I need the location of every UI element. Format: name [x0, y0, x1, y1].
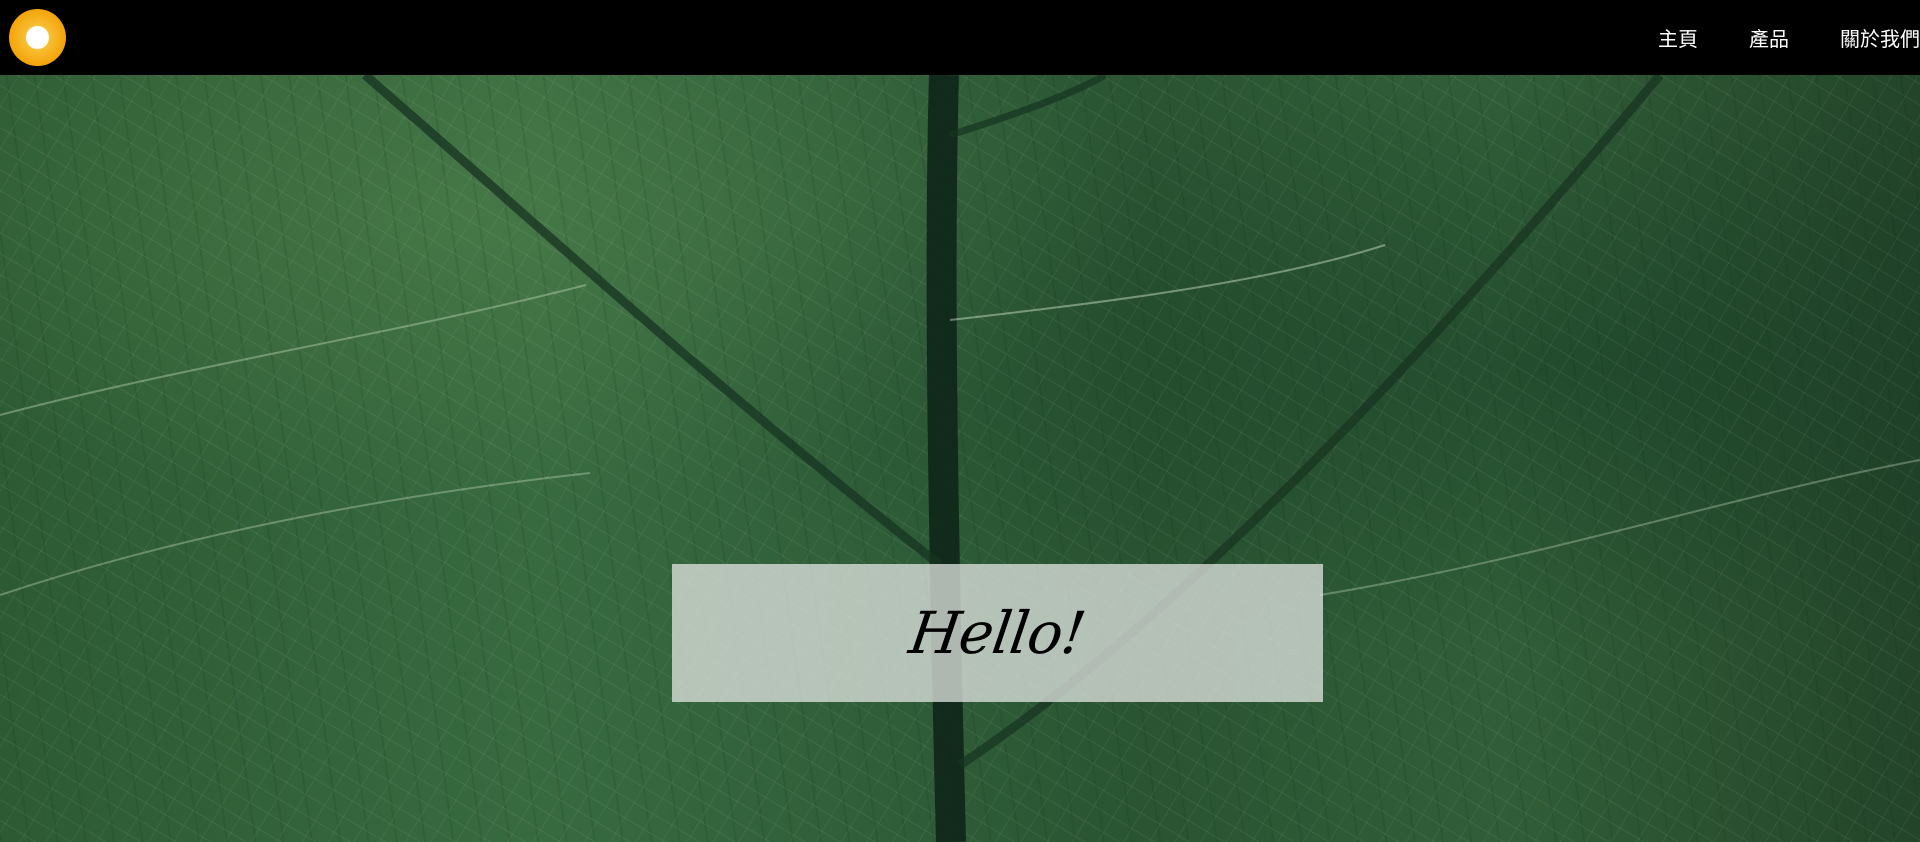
leaf-vein-mid-right — [949, 244, 1386, 321]
orange-ring-logo-icon[interactable] — [9, 9, 66, 66]
nav-item-products[interactable]: 產品 — [1749, 23, 1789, 52]
leaf-hero-section: Hello! — [0, 75, 1920, 842]
leaf-vein-lower-left — [0, 472, 591, 596]
main-leaf-vein — [926, 75, 966, 842]
nav-item-about-us[interactable]: 關於我們 — [1840, 23, 1920, 52]
main-navigation: 主頁 產品 關於我們 — [1607, 0, 1920, 75]
nav-item-home[interactable]: 主頁 — [1658, 23, 1698, 52]
leaf-vein-lower-right — [1319, 459, 1920, 596]
top-navigation-bar: 主頁 產品 關於我們 — [0, 0, 1920, 75]
hello-message: Hello! — [905, 599, 1090, 667]
leaf-vein-top-right — [948, 75, 1107, 139]
leaf-vein-mid-left — [0, 284, 587, 416]
hello-message-panel: Hello! — [672, 564, 1323, 702]
leaf-vein-decoration — [0, 75, 1920, 842]
